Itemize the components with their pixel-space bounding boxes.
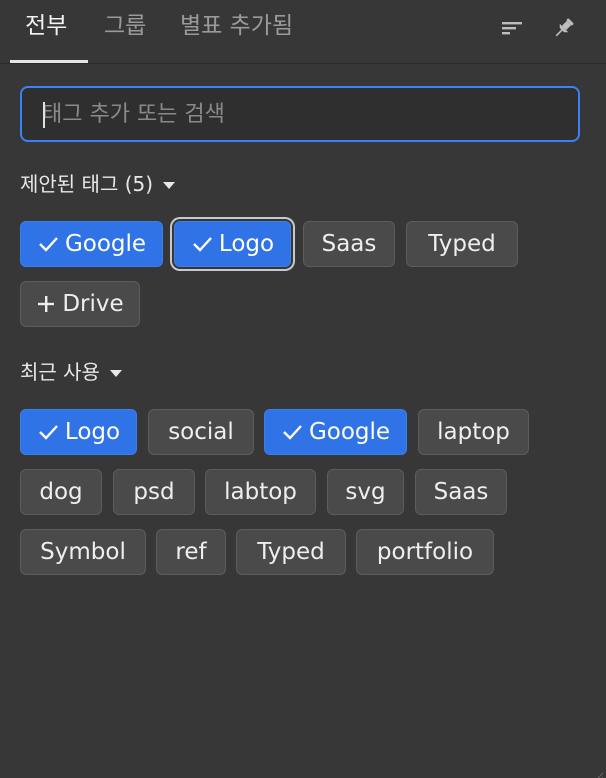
tag-label: Google xyxy=(64,231,147,257)
recent-tag-symbol[interactable]: Symbol xyxy=(20,529,146,575)
caret-down-icon xyxy=(109,369,122,377)
suggested-tag-saas[interactable]: Saas xyxy=(303,221,395,267)
suggested-tags-header[interactable]: 제안된 태그 (5) xyxy=(20,170,176,198)
recent-tag-social[interactable]: social xyxy=(148,409,254,455)
recent-tag-logo[interactable]: Logo xyxy=(20,409,137,455)
suggested-tag-google[interactable]: Google xyxy=(20,221,163,267)
tag-search-field xyxy=(20,86,580,142)
text-cursor xyxy=(43,102,45,128)
resize-grip-icon[interactable] xyxy=(594,766,604,778)
recent-tag-labtop[interactable]: labtop xyxy=(205,469,316,515)
recent-tag-psd[interactable]: psd xyxy=(113,469,195,515)
suggested-tag-logo[interactable]: Logo xyxy=(174,221,291,267)
tag-label: Symbol xyxy=(40,539,126,565)
tag-label: Typed xyxy=(428,231,496,257)
recent-tags-title: 최근 사용 xyxy=(20,360,100,384)
tag-label: Google xyxy=(308,419,391,445)
tag-search-input[interactable] xyxy=(22,88,578,140)
check-icon xyxy=(37,421,59,443)
tag-label: Saas xyxy=(321,231,377,257)
recent-tag-dog[interactable]: dog xyxy=(20,469,102,515)
tag-label: laptop xyxy=(437,419,510,445)
recent-tag-laptop[interactable]: laptop xyxy=(418,409,529,455)
pin-icon[interactable] xyxy=(550,14,578,42)
tag-label: Logo xyxy=(218,231,275,257)
tag-label: ref xyxy=(175,539,207,565)
caret-down-icon xyxy=(163,181,176,189)
active-tab-indicator xyxy=(10,60,88,63)
tag-label: labtop xyxy=(224,479,297,505)
check-icon xyxy=(191,233,213,255)
tab-all[interactable]: 전부 xyxy=(25,10,67,42)
tag-label: svg xyxy=(345,479,386,505)
tab-group[interactable]: 그룹 xyxy=(104,10,146,42)
tag-label: Drive xyxy=(62,291,124,317)
tab-starred[interactable]: 별표 추가됨 xyxy=(180,10,293,42)
recent-tag-saas[interactable]: Saas xyxy=(415,469,507,515)
tag-label: Saas xyxy=(433,479,489,505)
recent-tag-typed[interactable]: Typed xyxy=(236,529,346,575)
check-icon xyxy=(281,421,303,443)
suggested-tag-typed[interactable]: Typed xyxy=(406,221,518,267)
tag-label: Typed xyxy=(257,539,325,565)
recent-tag-google[interactable]: Google xyxy=(264,409,407,455)
recent-tag-svg[interactable]: svg xyxy=(327,469,404,515)
tag-label: social xyxy=(168,419,234,445)
recent-tags-header[interactable]: 최근 사용 xyxy=(20,358,122,386)
check-icon xyxy=(37,233,59,255)
tag-label: psd xyxy=(133,479,175,505)
recent-tag-portfolio[interactable]: portfolio xyxy=(356,529,494,575)
tab-bar: 전부 그룹 별표 추가됨 xyxy=(0,0,606,64)
tag-label: portfolio xyxy=(376,539,474,565)
tag-panel: 전부 그룹 별표 추가됨 제안 xyxy=(0,0,606,778)
add-tag-drive-button[interactable]: Drive xyxy=(20,281,140,327)
tag-label: dog xyxy=(39,479,83,505)
suggested-tags-title: 제안된 태그 (5) xyxy=(20,172,154,196)
plus-icon xyxy=(36,294,56,314)
tag-label: Logo xyxy=(64,419,121,445)
recent-tag-ref[interactable]: ref xyxy=(156,529,226,575)
sort-icon[interactable] xyxy=(498,14,526,42)
